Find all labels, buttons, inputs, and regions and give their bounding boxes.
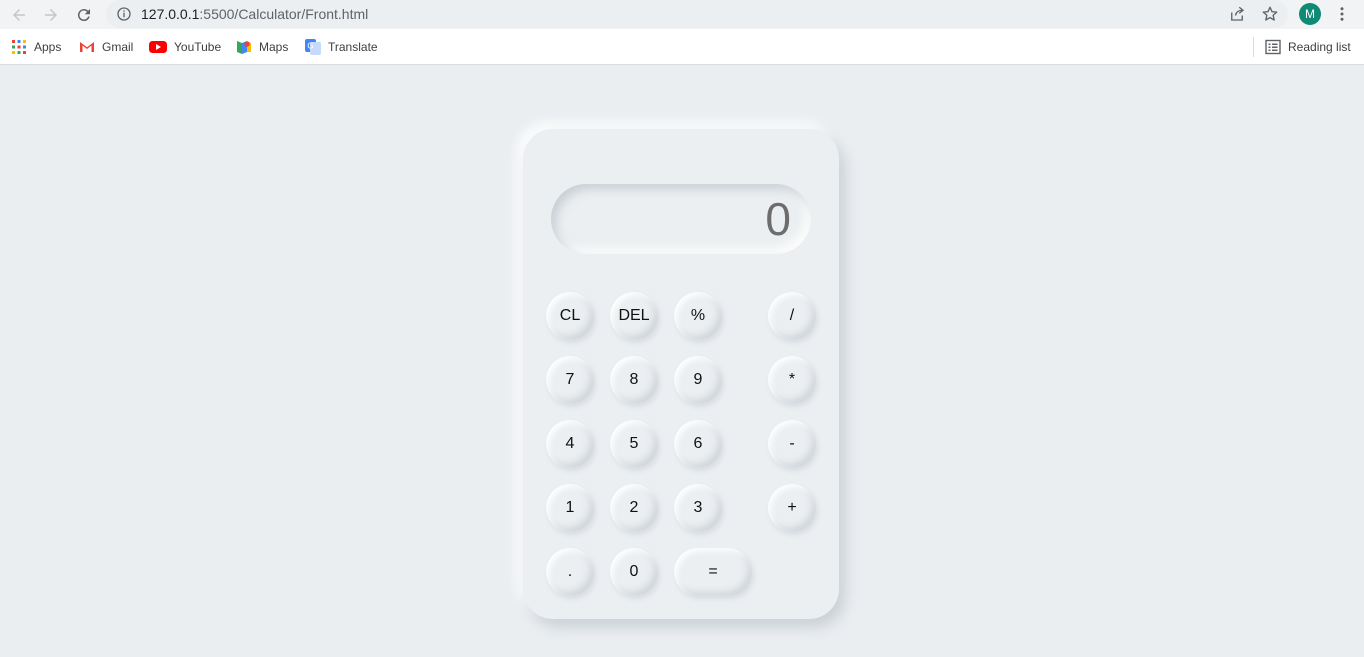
digit-8-button[interactable]: 8 (610, 356, 658, 404)
equals-button[interactable]: = (674, 548, 752, 596)
address-bar[interactable]: 127.0.0.1:5500/Calculator/Front.html (106, 0, 1288, 28)
bookmark-star-icon[interactable] (1261, 5, 1279, 23)
digit-4-button[interactable]: 4 (546, 420, 594, 468)
digit-0-button[interactable]: 0 (610, 548, 658, 596)
plus-button[interactable]: + (768, 484, 816, 532)
reload-icon (77, 9, 90, 22)
digit-9-button[interactable]: 9 (674, 356, 722, 404)
maps-icon (237, 41, 251, 54)
browser-toolbar: 127.0.0.1:5500/Calculator/Front.html M (0, 0, 1364, 29)
bookmark-label: Translate (328, 40, 378, 54)
bookmark-maps[interactable]: Maps (236, 38, 288, 56)
more-menu-icon[interactable] (1333, 5, 1351, 23)
forward-arrow-icon (45, 9, 57, 21)
digit-1-button[interactable]: 1 (546, 484, 594, 532)
calculator: 0 CL DEL % / 7 8 9 * 4 5 6 - 1 2 3 + . 0… (523, 129, 839, 619)
site-info-icon[interactable] (116, 6, 132, 22)
forward-button[interactable] (40, 4, 62, 26)
minus-button[interactable]: - (768, 420, 816, 468)
multiply-button[interactable]: * (768, 356, 816, 404)
reading-list-icon (1265, 39, 1281, 55)
decimal-point-button[interactable]: . (546, 548, 594, 596)
bookmark-label: YouTube (174, 40, 222, 54)
digit-6-button[interactable]: 6 (674, 420, 722, 468)
bookmark-youtube[interactable]: YouTube (149, 38, 221, 56)
percent-button[interactable]: % (674, 292, 722, 340)
bookmarks-divider (1253, 37, 1254, 57)
bookmarks-bar: Apps Gmail YouTube Maps G Translate Read… (0, 29, 1364, 65)
bookmark-label: Gmail (102, 40, 134, 54)
reading-list-label: Reading list (1288, 40, 1351, 54)
back-arrow-icon (13, 9, 25, 21)
delete-button[interactable]: DEL (610, 292, 658, 340)
share-icon[interactable] (1228, 5, 1246, 23)
digit-5-button[interactable]: 5 (610, 420, 658, 468)
apps-grid-icon (12, 40, 26, 54)
calculator-display: 0 (551, 184, 811, 254)
profile-avatar[interactable]: M (1299, 3, 1321, 25)
reload-button[interactable] (73, 4, 95, 26)
clear-button[interactable]: CL (546, 292, 594, 340)
bookmark-gmail[interactable]: Gmail (79, 38, 133, 56)
svg-text:G: G (307, 42, 313, 51)
bookmark-label: Maps (259, 40, 289, 54)
digit-7-button[interactable]: 7 (546, 356, 594, 404)
translate-icon: G (305, 39, 321, 55)
back-button[interactable] (8, 4, 30, 26)
url-text[interactable]: 127.0.0.1:5500/Calculator/Front.html (141, 6, 368, 22)
page-content: 0 CL DEL % / 7 8 9 * 4 5 6 - 1 2 3 + . 0… (0, 65, 1364, 657)
bookmark-apps[interactable]: Apps (11, 38, 61, 56)
bookmark-label: Apps (34, 40, 62, 54)
divide-button[interactable]: / (768, 292, 816, 340)
digit-2-button[interactable]: 2 (610, 484, 658, 532)
url-host: 127.0.0.1 (141, 6, 200, 22)
reading-list-button[interactable]: Reading list (1265, 38, 1351, 56)
url-path: :5500/Calculator/Front.html (199, 6, 369, 22)
display-value: 0 (765, 193, 791, 245)
youtube-icon (149, 41, 167, 53)
digit-3-button[interactable]: 3 (674, 484, 722, 532)
gmail-icon (80, 42, 94, 52)
bookmark-translate[interactable]: G Translate (305, 38, 378, 56)
